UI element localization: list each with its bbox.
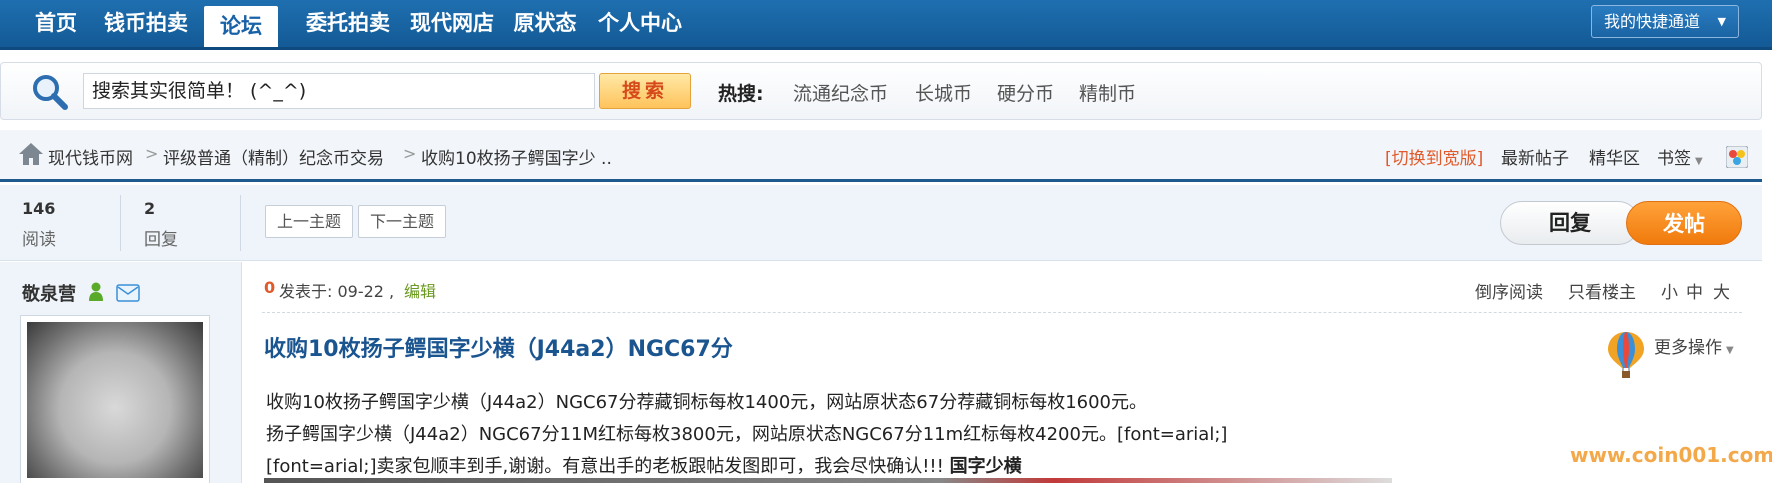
- post-body-line: 扬子鳄国字少横（J44a2）NGC67分11M红标每枚3800元，网站原状态NG…: [266, 424, 1228, 445]
- avatar[interactable]: [20, 315, 210, 483]
- breadcrumb-thread: 收购10枚扬子鳄国字少 ..: [421, 149, 612, 169]
- nav-user-center[interactable]: 个人中心: [596, 0, 684, 47]
- breadcrumb-separator: >: [403, 144, 417, 163]
- nav-forum[interactable]: 论坛: [204, 6, 278, 47]
- divider: [240, 195, 241, 251]
- chevron-down-icon: ▼: [1726, 345, 1734, 356]
- switch-wide-link[interactable]: [切换到宽版]: [1385, 144, 1483, 169]
- thread-stats-bar: 146 阅读 2 回复 上一主题 下一主题 回复 发帖: [0, 185, 1762, 261]
- breadcrumb-site[interactable]: 现代钱币网: [48, 144, 133, 169]
- bookmarks-label: 书签: [1657, 149, 1691, 169]
- reply-button[interactable]: 回复: [1500, 201, 1640, 245]
- avatar-image: [27, 322, 203, 478]
- edit-link[interactable]: 编辑: [404, 278, 436, 302]
- nav-modern-shop[interactable]: 现代网店: [408, 0, 496, 47]
- new-post-button[interactable]: 发帖: [1626, 201, 1742, 245]
- nav-consign-auction[interactable]: 委托拍卖: [304, 0, 392, 47]
- hot-link-proof[interactable]: 精制币: [1079, 79, 1136, 106]
- font-large-link[interactable]: 大: [1713, 278, 1730, 303]
- breadcrumb: 现代钱币网 > 评级普通（精制）纪念币交易 > 收购10枚扬子鳄国字少 .. […: [0, 130, 1762, 182]
- home-icon[interactable]: [18, 142, 44, 166]
- more-actions-menu[interactable]: 更多操作 ▼: [1654, 333, 1734, 358]
- search-input[interactable]: 搜索其实很简单！ (^_^): [83, 73, 595, 109]
- next-thread-button[interactable]: 下一主题: [358, 205, 446, 238]
- chevron-down-icon: ▼: [1717, 15, 1726, 28]
- breadcrumb-separator: >: [145, 144, 159, 163]
- nav-coin-auction[interactable]: 钱币拍卖: [102, 0, 190, 47]
- search-icon: [33, 75, 68, 110]
- floor-number: 0: [264, 278, 276, 297]
- search-bar: 搜索其实很简单！ (^_^) 搜索 热搜: 流通纪念币 长城币 硬分币 精制币: [0, 62, 1762, 120]
- breadcrumb-forum[interactable]: 评级普通（精制）纪念币交易: [163, 144, 384, 169]
- font-small-link[interactable]: 小: [1661, 278, 1678, 303]
- post-body-line: [font=arial;]卖家包顺丰到手,谢谢。有意出手的老板跟帖发图即可，我会…: [266, 452, 1022, 478]
- hot-search-label: 热搜:: [718, 83, 764, 105]
- quick-access-button[interactable]: 我的快捷通道 ▼: [1591, 5, 1739, 38]
- user-online-icon: [89, 282, 103, 301]
- top-nav: 首页 钱币拍卖 论坛 委托拍卖 现代网店 原状态 个人中心 我的快捷通道 ▼: [0, 0, 1772, 50]
- post-date: 发表于: 09-22 ,: [279, 282, 395, 301]
- bookmarks-menu[interactable]: 书签 ▼: [1657, 144, 1703, 169]
- digest-link[interactable]: 精华区: [1589, 144, 1640, 169]
- latest-posts-link[interactable]: 最新帖子: [1501, 144, 1569, 169]
- mail-icon[interactable]: [116, 284, 140, 302]
- replies-label: 回复: [144, 230, 178, 250]
- divider: [262, 312, 1742, 313]
- post-title: 收购10枚扬子鳄国字少横（J44a2）NGC67分: [264, 337, 733, 362]
- prev-thread-button[interactable]: 上一主题: [265, 205, 353, 238]
- more-actions-label: 更多操作: [1654, 338, 1722, 358]
- divider: [120, 195, 121, 251]
- font-medium-link[interactable]: 中: [1686, 278, 1703, 303]
- post-image: [264, 478, 1392, 483]
- nav-home[interactable]: 首页: [34, 0, 78, 47]
- nav-original-state[interactable]: 原状态: [512, 0, 578, 47]
- reverse-order-link[interactable]: 倒序阅读: [1475, 278, 1543, 303]
- hot-link-hard-cent[interactable]: 硬分币: [997, 79, 1054, 106]
- only-op-link[interactable]: 只看楼主: [1568, 278, 1636, 303]
- quick-access-label: 我的快捷通道: [1604, 12, 1701, 31]
- search-button[interactable]: 搜索: [599, 73, 691, 109]
- views-count: 146: [22, 199, 56, 218]
- chevron-down-icon: ▼: [1695, 156, 1703, 167]
- color-palette-icon[interactable]: [1726, 146, 1748, 168]
- hot-link-great-wall[interactable]: 长城币: [915, 79, 972, 106]
- post-body-text: [font=arial;]卖家包顺丰到手,谢谢。有意出手的老板跟帖发图即可，我会…: [266, 456, 944, 477]
- site-watermark: www.coin001.com: [1570, 443, 1772, 467]
- post-body-line: 收购10枚扬子鳄国字少横（J44a2）NGC67分荐藏铜标每枚1400元，网站原…: [266, 392, 1148, 413]
- views-label: 阅读: [22, 230, 56, 250]
- hot-link-commemorative[interactable]: 流通纪念币: [793, 79, 888, 106]
- author-name[interactable]: 敬泉营: [22, 280, 76, 306]
- hot-air-balloon-icon: [1608, 332, 1644, 378]
- replies-count: 2: [144, 199, 156, 218]
- post-tag[interactable]: 国字少横: [950, 456, 1022, 477]
- author-panel: 敬泉营: [0, 262, 242, 483]
